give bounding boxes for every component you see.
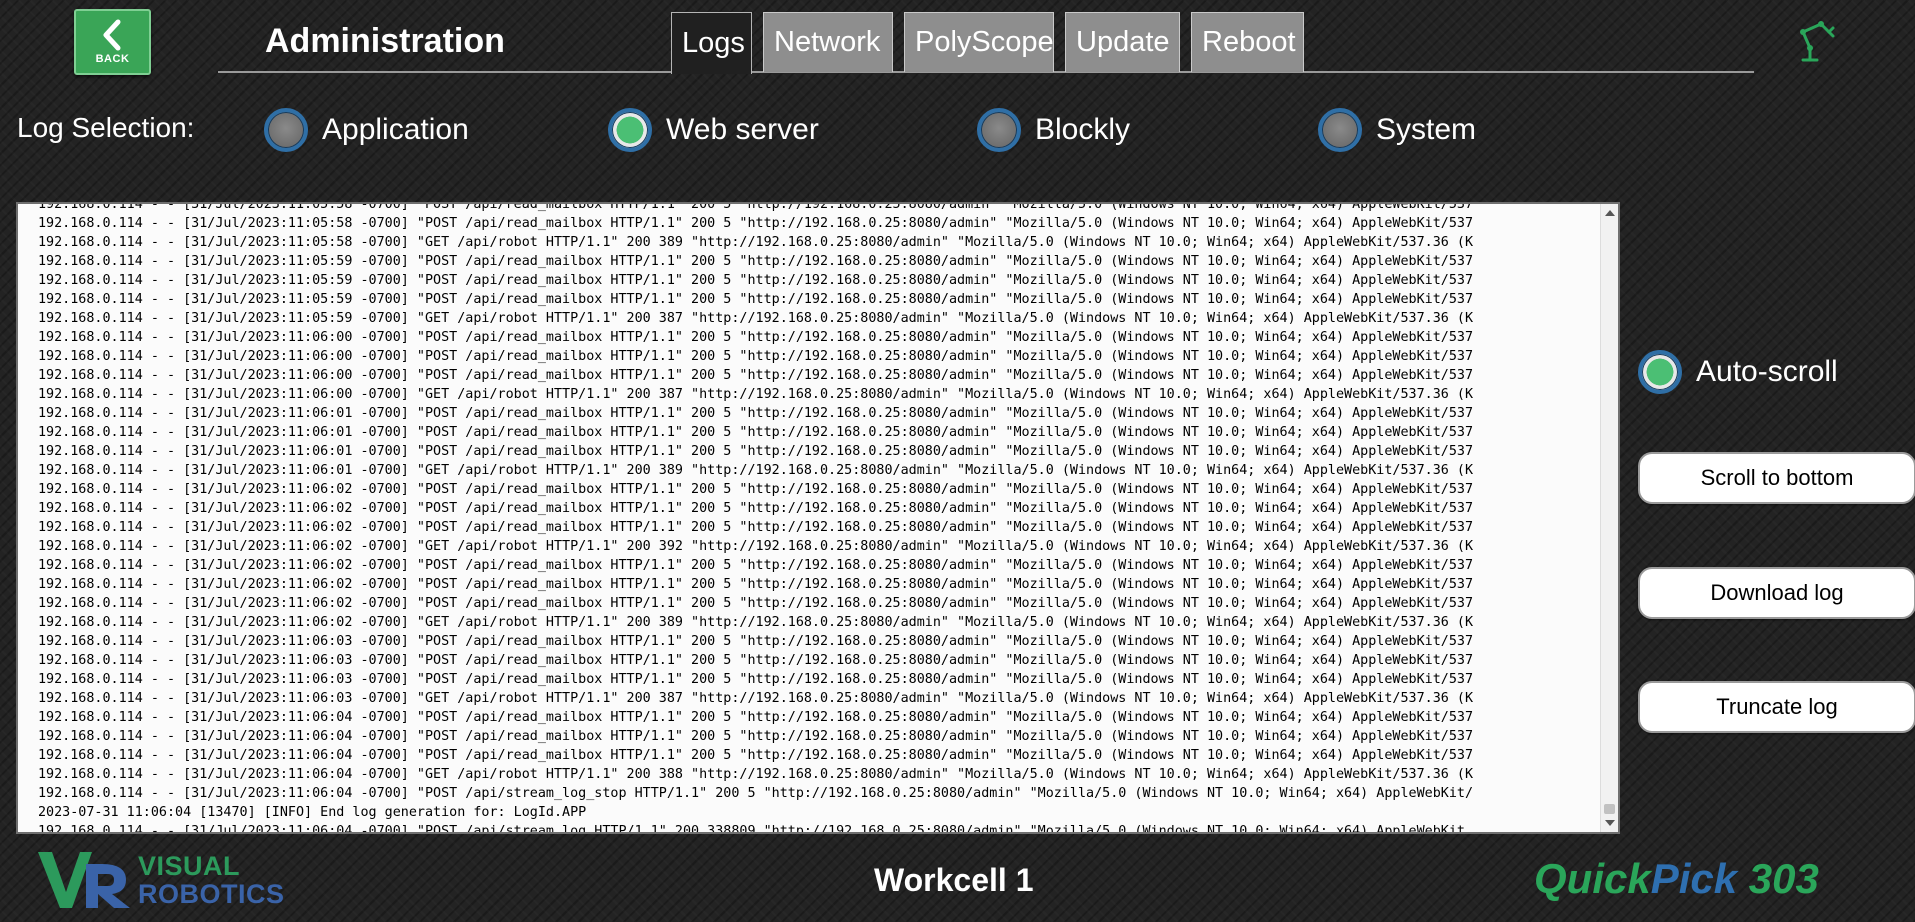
- log-line: 192.168.0.114 - - [31/Jul/2023:11:06:04 …: [38, 786, 1474, 801]
- log-line: 192.168.0.114 - - [31/Jul/2023:11:05:59 …: [38, 292, 1474, 307]
- product-name-part1: Quick: [1534, 855, 1651, 902]
- log-line: 192.168.0.114 - - [31/Jul/2023:11:06:03 …: [38, 634, 1474, 649]
- robot-arm-icon[interactable]: [1795, 18, 1837, 62]
- log-line: 192.168.0.114 - - [31/Jul/2023:11:06:02 …: [38, 482, 1474, 497]
- tab-reboot[interactable]: Reboot: [1191, 12, 1304, 72]
- log-line: 192.168.0.114 - - [31/Jul/2023:11:06:02 …: [38, 501, 1474, 516]
- log-line: 192.168.0.114 - - [31/Jul/2023:11:05:58 …: [38, 202, 1474, 212]
- log-line: 192.168.0.114 - - [31/Jul/2023:11:06:03 …: [38, 653, 1474, 668]
- visual-robotics-logo-icon: [38, 852, 130, 908]
- log-line: 192.168.0.114 - - [31/Jul/2023:11:05:58 …: [38, 235, 1474, 250]
- log-line: 192.168.0.114 - - [31/Jul/2023:11:06:01 …: [38, 463, 1474, 478]
- log-line: 192.168.0.114 - - [31/Jul/2023:11:06:01 …: [38, 425, 1474, 440]
- product-name: QuickPick 303: [1534, 855, 1819, 903]
- chevron-left-icon: [103, 19, 120, 51]
- log-line: 192.168.0.114 - - [31/Jul/2023:11:06:00 …: [38, 330, 1474, 345]
- autoscroll-toggle[interactable]: Auto-scroll: [1638, 350, 1838, 394]
- log-line: 192.168.0.114 - - [31/Jul/2023:11:06:02 …: [38, 615, 1474, 630]
- radio-web-server[interactable]: Web server: [608, 108, 819, 152]
- autoscroll-indicator[interactable]: [1638, 350, 1682, 394]
- scroll-down-icon[interactable]: [1605, 820, 1615, 826]
- radio-web-server-indicator[interactable]: [608, 108, 652, 152]
- log-selection-label: Log Selection:: [17, 112, 195, 143]
- back-label: BACK: [95, 53, 130, 65]
- workcell-name: Workcell 1: [874, 862, 1034, 898]
- download-log-button[interactable]: Download log: [1638, 567, 1915, 619]
- radio-blockly[interactable]: Blockly: [977, 108, 1130, 152]
- log-line: 192.168.0.114 - - [31/Jul/2023:11:06:01 …: [38, 406, 1474, 421]
- log-line: 192.168.0.114 - - [31/Jul/2023:11:06:04 …: [38, 748, 1474, 763]
- log-scrollbar[interactable]: [1600, 204, 1618, 832]
- log-line: 192.168.0.114 - - [31/Jul/2023:11:06:02 …: [38, 577, 1474, 592]
- truncate-log-button[interactable]: Truncate log: [1638, 681, 1915, 733]
- tab-logs[interactable]: Logs: [671, 12, 752, 74]
- log-line: 192.168.0.114 - - [31/Jul/2023:11:06:01 …: [38, 444, 1474, 459]
- radio-system-label: System: [1376, 113, 1477, 146]
- tab-network[interactable]: Network: [763, 12, 893, 72]
- log-line: 192.168.0.114 - - [31/Jul/2023:11:06:04 …: [38, 710, 1474, 725]
- radio-blockly-indicator[interactable]: [977, 108, 1021, 152]
- log-line: 192.168.0.114 - - [31/Jul/2023:11:05:58 …: [38, 216, 1474, 231]
- log-line: 192.168.0.114 - - [31/Jul/2023:11:06:04 …: [38, 767, 1474, 782]
- log-line: 192.168.0.114 - - [31/Jul/2023:11:05:59 …: [38, 273, 1474, 288]
- logo-text-visual: VISUAL: [138, 851, 241, 881]
- logo-text-robotics: ROBOTICS: [138, 879, 285, 909]
- scroll-up-icon[interactable]: [1605, 210, 1615, 216]
- visual-robotics-logo: VISUAL ROBOTICS: [36, 848, 285, 912]
- page-title: Administration: [265, 22, 505, 60]
- scroll-thumb[interactable]: [1604, 804, 1615, 814]
- radio-application-label: Application: [322, 113, 469, 146]
- log-text: 192.168.0.114 - - [31/Jul/2023:11:05:58 …: [18, 202, 1598, 834]
- log-line: 192.168.0.114 - - [31/Jul/2023:11:06:03 …: [38, 672, 1474, 687]
- autoscroll-label: Auto-scroll: [1696, 355, 1838, 388]
- log-line: 192.168.0.114 - - [31/Jul/2023:11:06:03 …: [38, 691, 1474, 706]
- log-line: 192.168.0.114 - - [31/Jul/2023:11:06:00 …: [38, 387, 1474, 402]
- radio-blockly-label: Blockly: [1035, 113, 1131, 146]
- back-button[interactable]: BACK: [74, 9, 151, 75]
- log-line: 2023-07-31 11:06:04 [13470] [INFO] End l…: [38, 805, 587, 820]
- radio-application-indicator[interactable]: [264, 108, 308, 152]
- log-line: 192.168.0.114 - - [31/Jul/2023:11:05:59 …: [38, 254, 1474, 269]
- log-line: 192.168.0.114 - - [31/Jul/2023:11:06:02 …: [38, 558, 1474, 573]
- radio-web-server-label: Web server: [666, 113, 819, 146]
- scroll-to-bottom-button[interactable]: Scroll to bottom: [1638, 452, 1915, 504]
- tab-polyscope[interactable]: PolyScope: [904, 12, 1054, 72]
- log-viewer[interactable]: 192.168.0.114 - - [31/Jul/2023:11:05:58 …: [16, 202, 1620, 834]
- product-name-part3: 303: [1737, 855, 1819, 902]
- tab-update[interactable]: Update: [1065, 12, 1180, 72]
- admin-tabs: Logs Network PolyScope Update Reboot: [671, 12, 1315, 74]
- log-line: 192.168.0.114 - - [31/Jul/2023:11:06:04 …: [38, 824, 1465, 834]
- log-line: 192.168.0.114 - - [31/Jul/2023:11:06:00 …: [38, 349, 1474, 364]
- radio-system[interactable]: System: [1318, 108, 1476, 152]
- radio-application[interactable]: Application: [264, 108, 469, 152]
- product-name-part2: Pick: [1650, 855, 1738, 902]
- log-line: 192.168.0.114 - - [31/Jul/2023:11:06:00 …: [38, 368, 1474, 383]
- radio-system-indicator[interactable]: [1318, 108, 1362, 152]
- log-line: 192.168.0.114 - - [31/Jul/2023:11:06:04 …: [38, 729, 1474, 744]
- log-line: 192.168.0.114 - - [31/Jul/2023:11:06:02 …: [38, 520, 1474, 535]
- log-line: 192.168.0.114 - - [31/Jul/2023:11:06:02 …: [38, 539, 1474, 554]
- log-line: 192.168.0.114 - - [31/Jul/2023:11:05:59 …: [38, 311, 1474, 326]
- log-line: 192.168.0.114 - - [31/Jul/2023:11:06:02 …: [38, 596, 1474, 611]
